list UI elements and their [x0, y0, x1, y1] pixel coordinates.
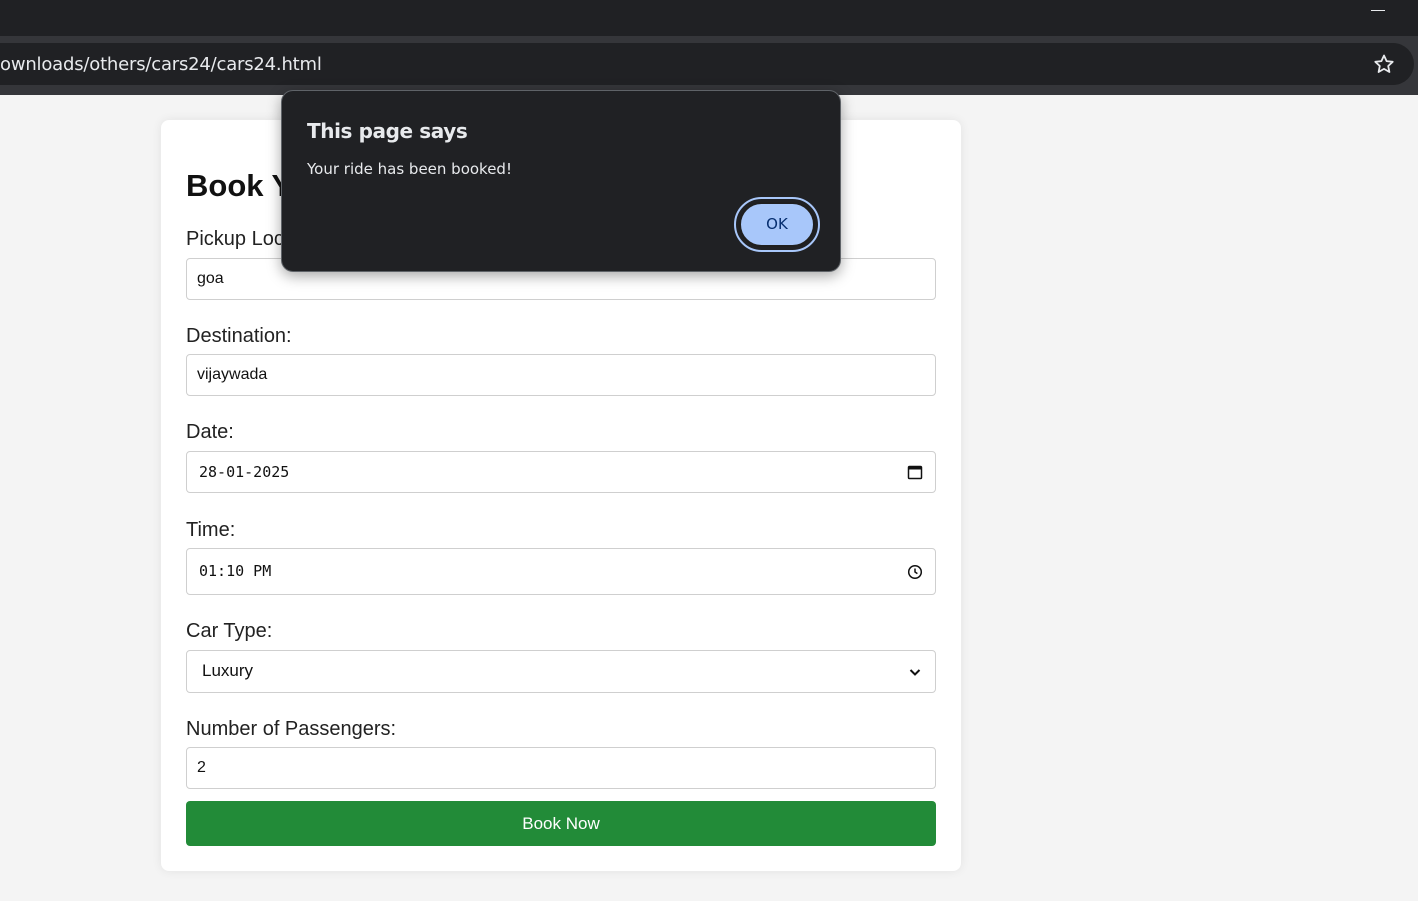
alert-dialog: This page says Your ride has been booked… [281, 90, 841, 272]
car-type-label: Car Type: [186, 620, 273, 642]
date-label: Date: [186, 421, 234, 443]
ok-button[interactable]: OK [734, 197, 820, 252]
car-type-select[interactable]: Luxury [186, 650, 936, 693]
ok-button-label: OK [739, 202, 815, 247]
bookmark-star-icon[interactable] [1372, 52, 1396, 76]
date-input[interactable]: 28-01-2025 [186, 451, 936, 493]
destination-label: Destination: [186, 325, 292, 347]
time-value: 01:10 PM [199, 562, 272, 580]
address-bar[interactable]: ownloads/others/cars24/cars24.html [0, 43, 1414, 85]
date-value: 28-01-2025 [199, 463, 290, 481]
browser-toolbar: ownloads/others/cars24/cars24.html [0, 36, 1418, 95]
pickup-value: goa [197, 270, 224, 287]
destination-input[interactable]: vijaywada [186, 354, 936, 396]
url-text: ownloads/others/cars24/cars24.html [0, 54, 322, 75]
chevron-down-icon [909, 669, 921, 676]
time-label: Time: [186, 519, 236, 541]
destination-value: vijaywada [197, 366, 268, 383]
dialog-title: This page says [307, 119, 468, 143]
book-now-button[interactable]: Book Now [186, 801, 936, 846]
window-titlebar [0, 0, 1418, 36]
clock-icon[interactable] [907, 564, 923, 580]
calendar-icon[interactable] [907, 464, 923, 480]
minimize-icon[interactable] [1371, 10, 1385, 11]
time-input[interactable]: 01:10 PM [186, 548, 936, 595]
dialog-message: Your ride has been booked! [307, 160, 512, 178]
passengers-label: Number of Passengers: [186, 718, 397, 740]
passengers-value: 2 [197, 759, 206, 776]
passengers-input[interactable]: 2 [186, 747, 936, 789]
car-type-value: Luxury [202, 661, 254, 680]
